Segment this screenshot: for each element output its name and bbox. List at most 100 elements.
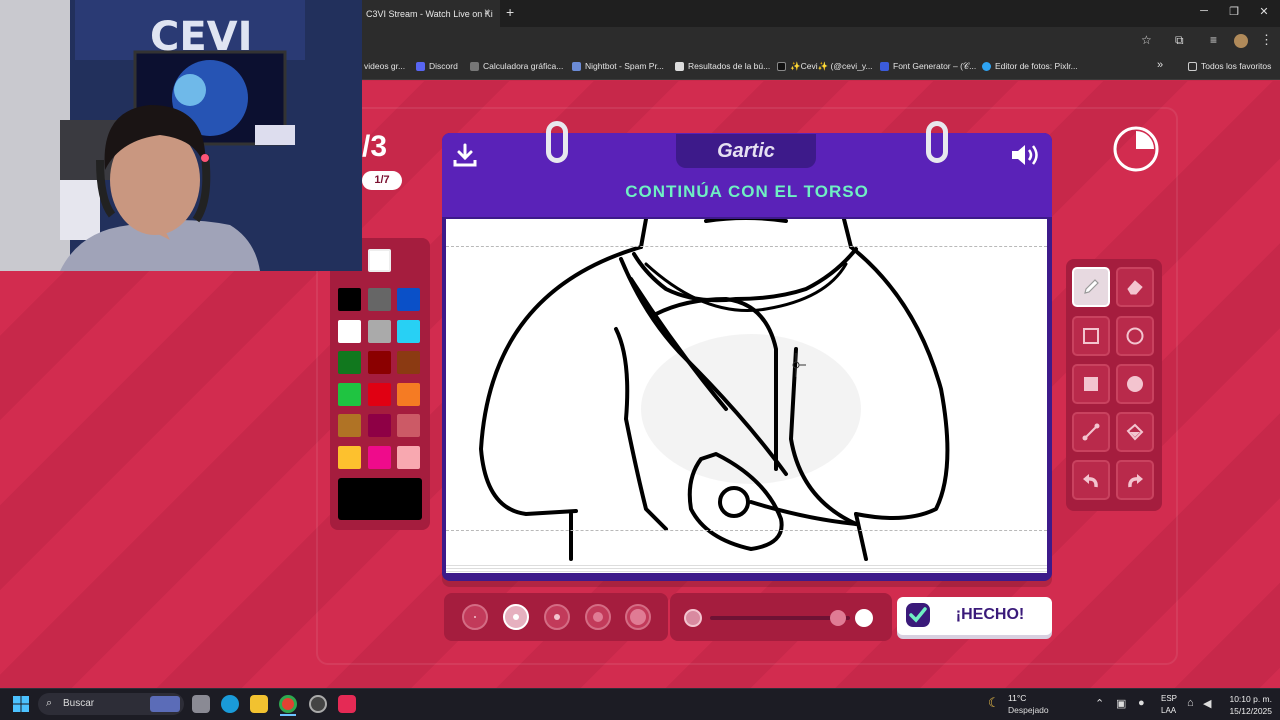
weather-description[interactable]: Despejado [1008,705,1049,715]
circle-filled-icon [1127,376,1143,392]
color-swatch[interactable] [368,446,391,469]
opacity-slider[interactable] [710,616,850,620]
close-window-button[interactable]: ✕ [1254,5,1274,18]
tray-app-icon[interactable]: ▣ [1116,697,1126,710]
color-swatch[interactable] [368,249,391,272]
restore-button[interactable]: ❐ [1224,5,1244,18]
filled-rectangle-tool-button[interactable] [1072,364,1110,404]
color-swatch[interactable] [338,414,361,437]
file-explorer-icon[interactable] [250,695,268,713]
microphone-icon[interactable]: ● [1138,697,1145,709]
color-swatch[interactable] [338,446,361,469]
check-icon [905,602,931,628]
binder-ring [926,121,948,163]
profile-avatar[interactable] [1234,34,1248,48]
bookmark-item[interactable]: Calculadora gráfica... [470,61,563,71]
bookmark-label: Calculadora gráfica... [483,61,564,71]
color-swatch[interactable] [338,320,361,343]
brush-size-option[interactable] [462,604,488,630]
bookmark-label: Editor de fotos: Pixlr... [995,61,1078,71]
bookmark-item[interactable]: Editor de fotos: Pixlr... [982,61,1078,71]
network-icon[interactable]: ⌂ [1187,697,1194,709]
bookmark-item[interactable]: ✨Cevi✨ (@cevi_y... [777,61,873,72]
color-swatch[interactable] [338,383,361,406]
bookmark-item[interactable]: Resultados de la bú... [675,61,770,71]
tab-close-icon[interactable]: × [484,7,490,18]
color-swatch[interactable] [338,288,361,311]
fill-tool-button[interactable] [1116,412,1154,452]
brush-size-option[interactable] [585,604,611,630]
pixlr-icon [982,61,991,71]
tiktok-live-icon[interactable] [338,695,356,713]
color-swatch[interactable] [338,351,361,374]
bookmark-item[interactable]: Nightbot - Spam Pr... [572,61,664,71]
all-bookmarks-folder[interactable]: Todos los favoritos [1188,61,1271,71]
keyboard-layout-indicator[interactable]: LAA [1161,706,1176,715]
chrome-icon[interactable] [279,695,297,713]
rectangle-tool-button[interactable] [1072,316,1110,356]
search-icon: ⌕ [46,697,53,709]
color-swatch[interactable] [397,320,420,343]
redo-button[interactable] [1116,460,1154,500]
brush-size-option[interactable] [625,604,651,630]
color-swatch[interactable] [368,288,391,311]
bookmark-star-icon[interactable]: ☆ [1141,33,1152,47]
guide-line-bottom [446,530,1047,531]
brush-size-option[interactable] [503,604,529,630]
pencil-icon [1084,279,1099,294]
selected-color-preview [338,478,422,520]
color-swatch[interactable] [368,320,391,343]
folder-icon [1188,61,1197,71]
brush-size-option[interactable] [544,604,570,630]
undo-button[interactable] [1072,460,1110,500]
search-highlight-icon [150,696,180,712]
windows-start-icon[interactable] [13,696,29,712]
all-bookmarks-label: Todos los favoritos [1201,61,1272,71]
language-indicator[interactable]: ESP [1161,694,1177,703]
opacity-low-icon [684,609,702,627]
browser-menu-icon[interactable]: ⋮ [1260,32,1273,48]
color-swatch[interactable] [397,351,420,374]
sound-icon[interactable] [1010,142,1042,168]
pencil-tool-button[interactable] [1072,267,1110,307]
drawing-canvas[interactable] [446,219,1047,565]
line-tool-button[interactable] [1072,412,1110,452]
eraser-tool-button[interactable] [1116,267,1154,307]
undo-icon [1083,474,1098,488]
task-view-icon[interactable] [192,695,210,713]
bookmark-label: Nightbot - Spam Pr... [585,61,664,71]
opacity-slider-handle[interactable] [830,610,846,626]
moon-weather-icon: ☾ [988,695,1000,710]
edge-icon[interactable] [221,695,239,713]
clock-time[interactable]: 10:10 p. m. [1222,694,1272,704]
active-app-indicator [280,714,296,716]
tray-overflow-icon[interactable]: ⌃ [1095,697,1104,710]
color-swatch[interactable] [368,414,391,437]
download-icon[interactable] [452,142,478,168]
clock-date[interactable]: 15/12/2025 [1222,706,1272,716]
webcam-overlay: CEVI [0,0,362,271]
obs-icon[interactable] [309,695,327,713]
bookmark-item[interactable]: Discord [416,61,458,71]
color-swatch[interactable] [368,351,391,374]
bookmark-item[interactable]: Font Generator – (𝒞... [880,61,976,72]
bookmark-item[interactable]: videos gr... [364,61,405,71]
bookmarks-more-icon[interactable]: » [1157,59,1163,71]
redo-icon [1128,474,1143,488]
color-swatch[interactable] [397,383,420,406]
browser-tab[interactable]: C3VI Stream - Watch Live on Ki [360,0,500,27]
new-tab-button[interactable]: + [506,4,514,20]
filled-circle-tool-button[interactable] [1116,364,1154,404]
color-swatch[interactable] [368,383,391,406]
color-swatch[interactable] [397,288,420,311]
circle-tool-button[interactable] [1116,316,1154,356]
color-swatch[interactable] [397,414,420,437]
instruction-text: CONTINÚA CON EL TORSO [625,182,869,201]
color-swatch[interactable] [397,446,420,469]
circle-outline-icon [1126,327,1144,345]
extensions-icon[interactable]: ⧉ [1175,33,1184,48]
media-control-icon[interactable]: ≡ [1210,33,1217,47]
volume-icon[interactable]: ◀ [1203,697,1211,710]
minimize-button[interactable]: ─ [1194,5,1214,17]
weather-temperature[interactable]: 11°C [1008,693,1026,703]
